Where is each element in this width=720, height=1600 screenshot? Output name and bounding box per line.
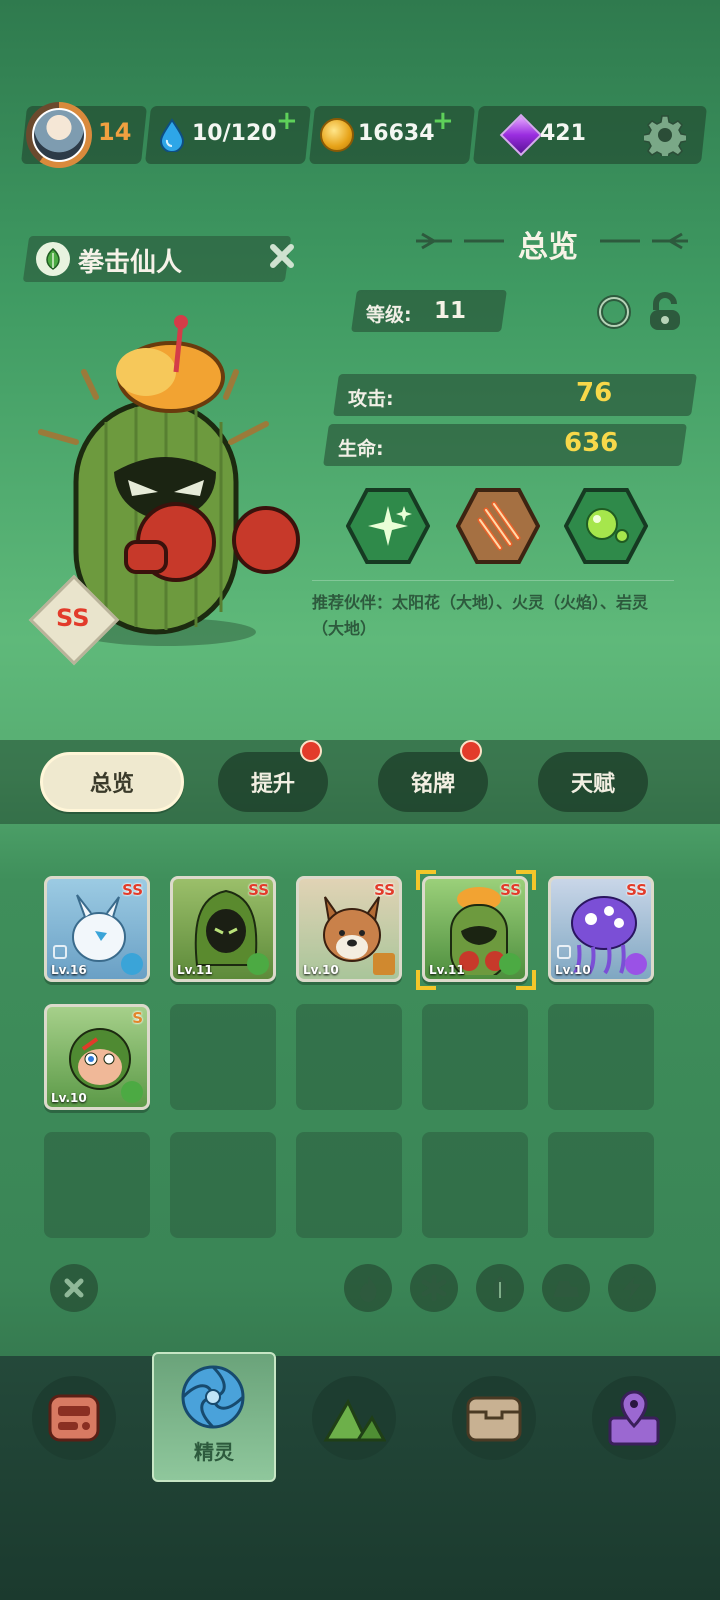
card-grade: S (132, 1009, 143, 1027)
thunder-filter-icon[interactable] (608, 1264, 656, 1312)
empty-slot (296, 1004, 402, 1110)
spirit-icon (181, 1365, 245, 1429)
selection-corner (516, 870, 536, 890)
device-icon[interactable] (32, 1376, 116, 1460)
ring-icon[interactable] (596, 294, 632, 330)
lock-icon (557, 945, 571, 959)
notification-dot (460, 740, 482, 762)
empty-slot (170, 1132, 276, 1238)
lock-icon (53, 945, 67, 959)
card-grade: SS (626, 881, 647, 899)
energy-value: 10/120 (192, 121, 277, 146)
spirit-card[interactable]: SS Lv.11 (170, 876, 276, 982)
pet-name: 拳击仙人 (78, 248, 183, 278)
hp-value: 636 (564, 428, 619, 458)
card-grade: SS (248, 881, 269, 899)
attack-value: 76 (576, 378, 613, 408)
claw-skill-icon[interactable] (456, 488, 540, 564)
coin-add-button[interactable]: + (432, 106, 454, 136)
ice-element-icon (121, 953, 143, 975)
spirit-card[interactable]: SS Lv.10 (548, 876, 654, 982)
gem-value: 421 (540, 121, 586, 146)
tab-talent[interactable]: 天赋 (538, 752, 648, 812)
selection-corner (516, 970, 536, 990)
mountain-icon[interactable] (312, 1376, 396, 1460)
leaf-element-icon (247, 953, 269, 975)
close-icon[interactable] (266, 240, 298, 272)
sparkle-skill-icon[interactable] (346, 488, 430, 564)
spirit-card[interactable]: SS Lv.16 (44, 876, 150, 982)
player-avatar[interactable] (26, 102, 92, 168)
card-level: Lv.10 (51, 1091, 87, 1105)
level-value: 11 (434, 298, 467, 324)
card-level: Lv.11 (177, 963, 213, 977)
leaf-element-icon (121, 1081, 143, 1103)
selection-corner (416, 970, 436, 990)
recommended-partners: 推荐伙伴：太阳花（大地）、火灵（火焰）、岩灵（大地） (312, 593, 649, 638)
spirit-card-selected[interactable]: SS Lv.11 (422, 876, 528, 982)
earth-element-icon (373, 953, 395, 975)
spirit-card[interactable]: SS Lv.10 (296, 876, 402, 982)
hp-label: 生命: (338, 438, 384, 460)
selection-corner (416, 870, 436, 890)
coin-icon (320, 118, 354, 152)
card-grade: SS (122, 881, 143, 899)
water-drop-icon (159, 118, 185, 152)
clear-filter-icon[interactable] (50, 1264, 98, 1312)
player-level: 14 (98, 118, 132, 146)
nav-spirit-label: 精灵 (194, 1440, 234, 1464)
bubble-skill-icon[interactable] (564, 488, 648, 564)
divider (312, 580, 674, 581)
thunder-element-icon (625, 953, 647, 975)
empty-slot (422, 1004, 528, 1110)
empty-slot (44, 1132, 150, 1238)
earth-filter-icon[interactable] (542, 1264, 590, 1312)
empty-slot (548, 1132, 654, 1238)
leaf-element-icon (36, 242, 70, 276)
overview-title: 总览 (518, 230, 578, 265)
fire-filter-icon[interactable] (344, 1264, 392, 1312)
ice-filter-icon[interactable] (410, 1264, 458, 1312)
tab-overview[interactable]: 总览 (40, 752, 184, 812)
empty-slot (170, 1004, 276, 1110)
card-level: Lv.10 (303, 963, 339, 977)
lock-icon[interactable] (646, 292, 684, 332)
grade-badge-text: SS (56, 604, 90, 632)
spirit-card[interactable]: S Lv.10 (44, 1004, 150, 1110)
coin-value: 16634 (358, 121, 435, 146)
empty-slot (422, 1132, 528, 1238)
map-pin-icon[interactable] (592, 1376, 676, 1460)
card-level: Lv.16 (51, 963, 87, 977)
leaf-filter-icon[interactable] (476, 1264, 524, 1312)
card-grade: SS (374, 881, 395, 899)
card-level: Lv.10 (555, 963, 591, 977)
level-label: 等级: (366, 304, 412, 326)
notification-dot (300, 740, 322, 762)
settings-gear-icon[interactable] (644, 114, 686, 156)
empty-slot (548, 1004, 654, 1110)
attack-label: 攻击: (348, 388, 394, 410)
empty-slot (296, 1132, 402, 1238)
chest-icon[interactable] (452, 1376, 536, 1460)
energy-add-button[interactable]: + (276, 106, 298, 136)
